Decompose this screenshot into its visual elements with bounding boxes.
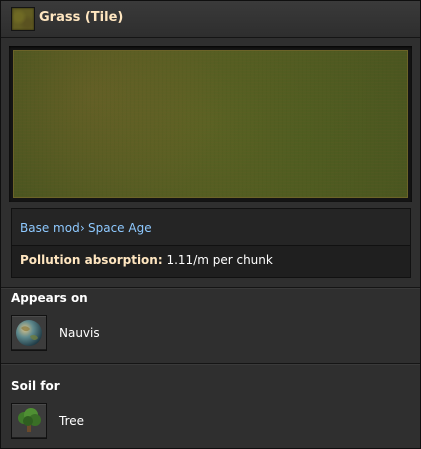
pollution-absorption: Pollution absorption: 1.11/m per chunk <box>20 253 273 267</box>
pollution-value: 1.11/m per chunk <box>166 253 273 267</box>
tile-preview-frame <box>9 46 412 202</box>
appears-on-heading: Appears on <box>11 291 88 305</box>
tree-icon[interactable] <box>11 403 47 439</box>
breadcrumb-base-mod[interactable]: Base mod <box>20 221 80 235</box>
breadcrumb-space-age[interactable]: Space Age <box>88 221 152 235</box>
info-box: Base mod › Space Age Pollution absorptio… <box>11 208 411 278</box>
grass-tile-icon <box>11 7 35 31</box>
breadcrumb-separator: › <box>80 221 85 235</box>
soil-for-item[interactable]: Tree <box>11 403 411 443</box>
title-bar: Grass (Tile) <box>1 1 420 38</box>
appears-on-item[interactable]: Nauvis <box>11 315 411 355</box>
soil-for-label: Tree <box>59 414 85 428</box>
breadcrumb: Base mod › Space Age <box>12 209 410 246</box>
divider <box>1 287 420 289</box>
nauvis-planet-icon[interactable] <box>11 315 47 351</box>
tile-preview-image <box>13 50 408 198</box>
pollution-label: Pollution absorption: <box>20 253 163 267</box>
tooltip-panel: Grass (Tile) Base mod › Space Age Pollut… <box>0 0 421 449</box>
soil-for-heading: Soil for <box>11 379 60 393</box>
title: Grass (Tile) <box>39 10 124 25</box>
appears-on-label: Nauvis <box>59 326 100 340</box>
divider <box>1 363 420 365</box>
